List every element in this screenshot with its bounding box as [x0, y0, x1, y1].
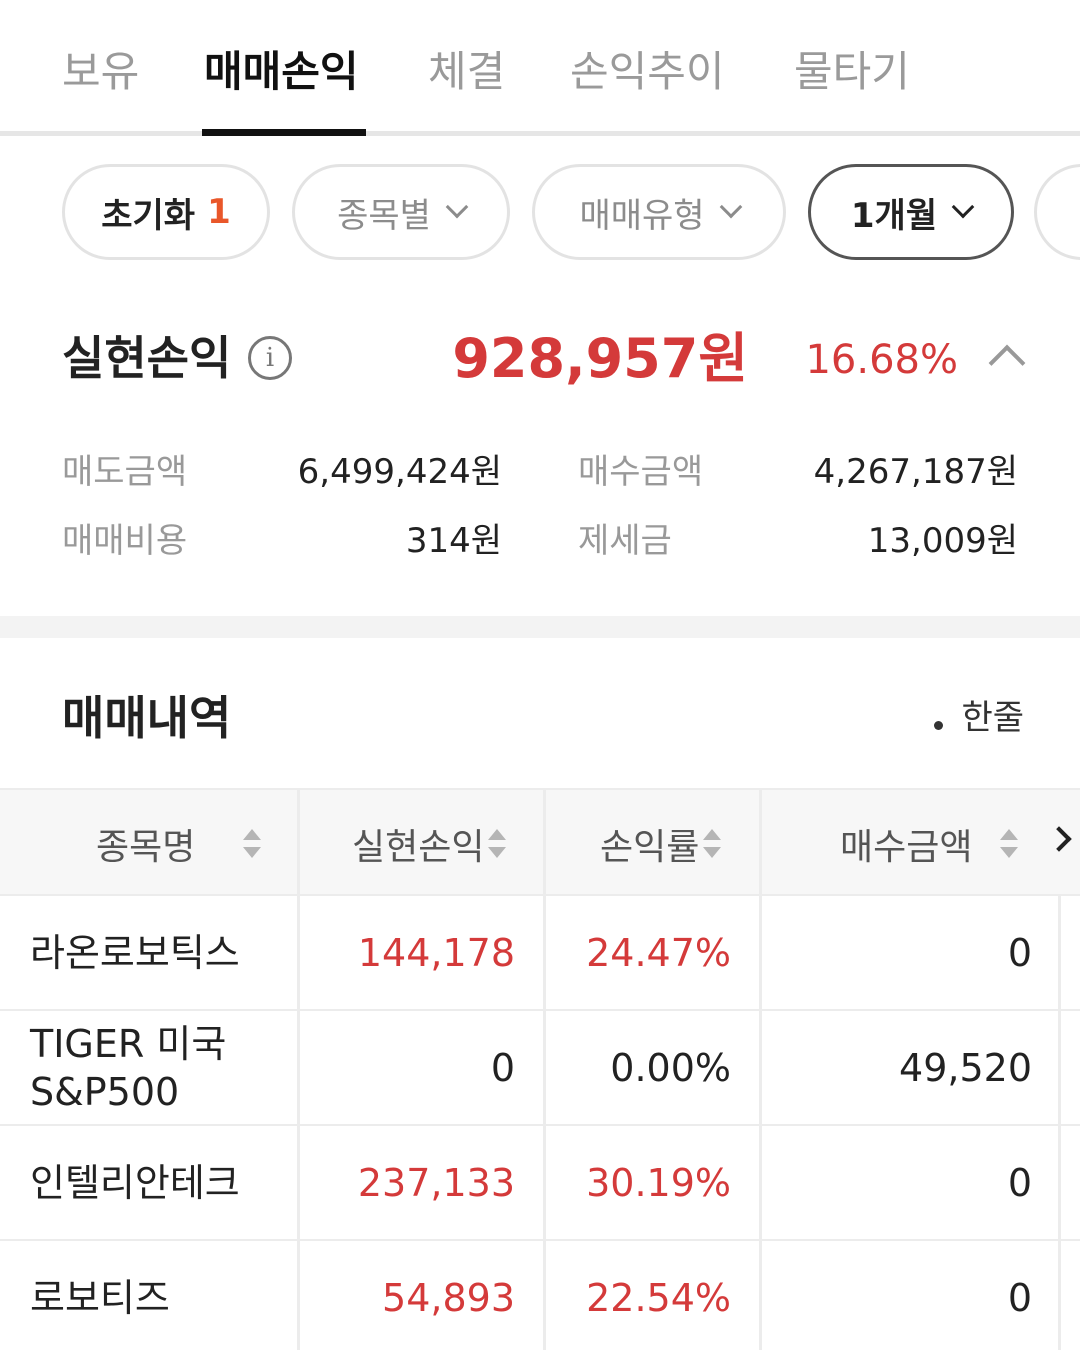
- tab-holdings[interactable]: 보유: [62, 44, 139, 100]
- one-line-view-label: 한줄: [961, 698, 1024, 738]
- stock-name-cell: 인텔리안테크: [30, 1160, 240, 1205]
- sort-icon: [703, 825, 722, 863]
- table-row[interactable]: TIGER 미국S&P500 0 0.00% 49,520: [0, 1011, 1080, 1126]
- one-line-view-toggle[interactable]: 한줄: [934, 696, 1024, 740]
- reset-filter-label: 초기화: [101, 195, 196, 236]
- table-header: 종목명 실현손익 손익률 매수금액: [0, 788, 1080, 896]
- stock-name-cell: 라온로보틱스: [30, 930, 240, 975]
- table-row[interactable]: 로보티즈 54,893 22.54% 0: [0, 1241, 1080, 1350]
- trade-history-table: 종목명 실현손익 손익률 매수금액 라온로보틱스 144,178 24.47% …: [0, 788, 1080, 1350]
- buy-amount-cell: 0: [1007, 1160, 1032, 1205]
- pnl-rate-cell: 0.00%: [610, 1045, 731, 1090]
- tab-trade-pnl[interactable]: 매매손익: [204, 44, 359, 100]
- chevron-down-icon: [445, 195, 469, 219]
- realized-pnl-amount: 928,957원: [452, 327, 748, 390]
- tab-bar: 보유 매매손익 체결 손익추이 물타기: [0, 0, 1080, 136]
- column-header-pnl-rate[interactable]: 손익률: [600, 790, 722, 898]
- buy-amount-value: 4,267,187원: [813, 452, 1018, 492]
- buy-amount-cell: 0: [1007, 1275, 1032, 1320]
- tab-averaging-down[interactable]: 물타기: [794, 44, 910, 100]
- trade-fee-value: 314원: [405, 521, 502, 561]
- chevron-down-icon: [951, 195, 975, 219]
- chevron-up-icon[interactable]: [988, 344, 1026, 382]
- trade-type-filter[interactable]: 매매유형: [532, 164, 786, 260]
- column-header-label: 종목명: [96, 827, 196, 868]
- trade-pnl-screen: 보유 매매손익 체결 손익추이 물타기 초기화 1 종목별 매매유형 1개월 실…: [0, 0, 1080, 1350]
- by-stock-filter[interactable]: 종목별: [292, 164, 510, 260]
- filter-chip-row: 초기화 1 종목별 매매유형 1개월: [0, 160, 1080, 266]
- by-stock-filter-label: 종목별: [337, 195, 431, 236]
- table-row[interactable]: 인텔리안테크 237,133 30.19% 0: [0, 1126, 1080, 1241]
- column-header-label: 매수금액: [840, 827, 973, 868]
- buy-amount-cell: 49,520: [899, 1045, 1032, 1090]
- more-filter-chip[interactable]: [1034, 164, 1080, 260]
- trade-type-filter-label: 매매유형: [579, 195, 705, 236]
- sell-amount-label: 매도금액: [62, 452, 188, 492]
- realized-pnl-cell: 54,893: [382, 1275, 515, 1320]
- period-filter-label: 1개월: [850, 195, 938, 236]
- reset-filter-button[interactable]: 초기화 1: [62, 164, 270, 260]
- tax-label: 제세금: [578, 521, 672, 561]
- column-header-realized-pnl[interactable]: 실현손익: [352, 790, 507, 898]
- chevron-down-icon: [719, 195, 742, 219]
- realized-pnl-cell: 0: [490, 1045, 515, 1090]
- pnl-rate-cell: 30.19%: [586, 1160, 731, 1205]
- realized-pnl-rate: 16.68%: [805, 337, 958, 383]
- column-header-label: 실현손익: [352, 827, 485, 868]
- buy-amount-cell: 0: [1007, 930, 1032, 975]
- sell-amount-value: 6,499,424원: [297, 452, 502, 492]
- stock-name-cell: TIGER 미국S&P500: [30, 1021, 227, 1114]
- realized-pnl-cell: 237,133: [357, 1160, 515, 1205]
- tab-executions[interactable]: 체결: [428, 44, 505, 100]
- section-divider: [0, 616, 1080, 638]
- buy-amount-label: 매수금액: [578, 452, 704, 492]
- pnl-rate-cell: 22.54%: [586, 1275, 731, 1320]
- column-header-label: 손익률: [600, 827, 700, 868]
- realized-pnl-label: 실현손익: [62, 331, 232, 385]
- column-header-stock-name[interactable]: 종목명: [96, 790, 262, 898]
- trade-history-title: 매매내역: [62, 691, 232, 745]
- pnl-rate-cell: 24.47%: [586, 930, 731, 975]
- tax-value: 13,009원: [867, 521, 1018, 561]
- period-filter[interactable]: 1개월: [808, 164, 1014, 260]
- trade-fee-label: 매매비용: [62, 521, 188, 561]
- chevron-right-icon[interactable]: [1046, 826, 1072, 852]
- tab-pnl-trend[interactable]: 손익추이: [570, 44, 725, 100]
- realized-pnl-cell: 144,178: [357, 930, 515, 975]
- stock-name-cell: 로보티즈: [30, 1275, 170, 1320]
- active-tab-indicator: [202, 129, 366, 136]
- sort-icon: [243, 825, 262, 863]
- dot-icon: [934, 720, 944, 730]
- table-row[interactable]: 라온로보틱스 144,178 24.47% 0: [0, 896, 1080, 1011]
- info-icon[interactable]: i: [248, 336, 292, 380]
- sort-icon: [1000, 825, 1019, 863]
- filter-count-badge: 1: [207, 192, 231, 232]
- sort-icon: [488, 825, 507, 863]
- column-header-buy-amount[interactable]: 매수금액: [840, 790, 1019, 898]
